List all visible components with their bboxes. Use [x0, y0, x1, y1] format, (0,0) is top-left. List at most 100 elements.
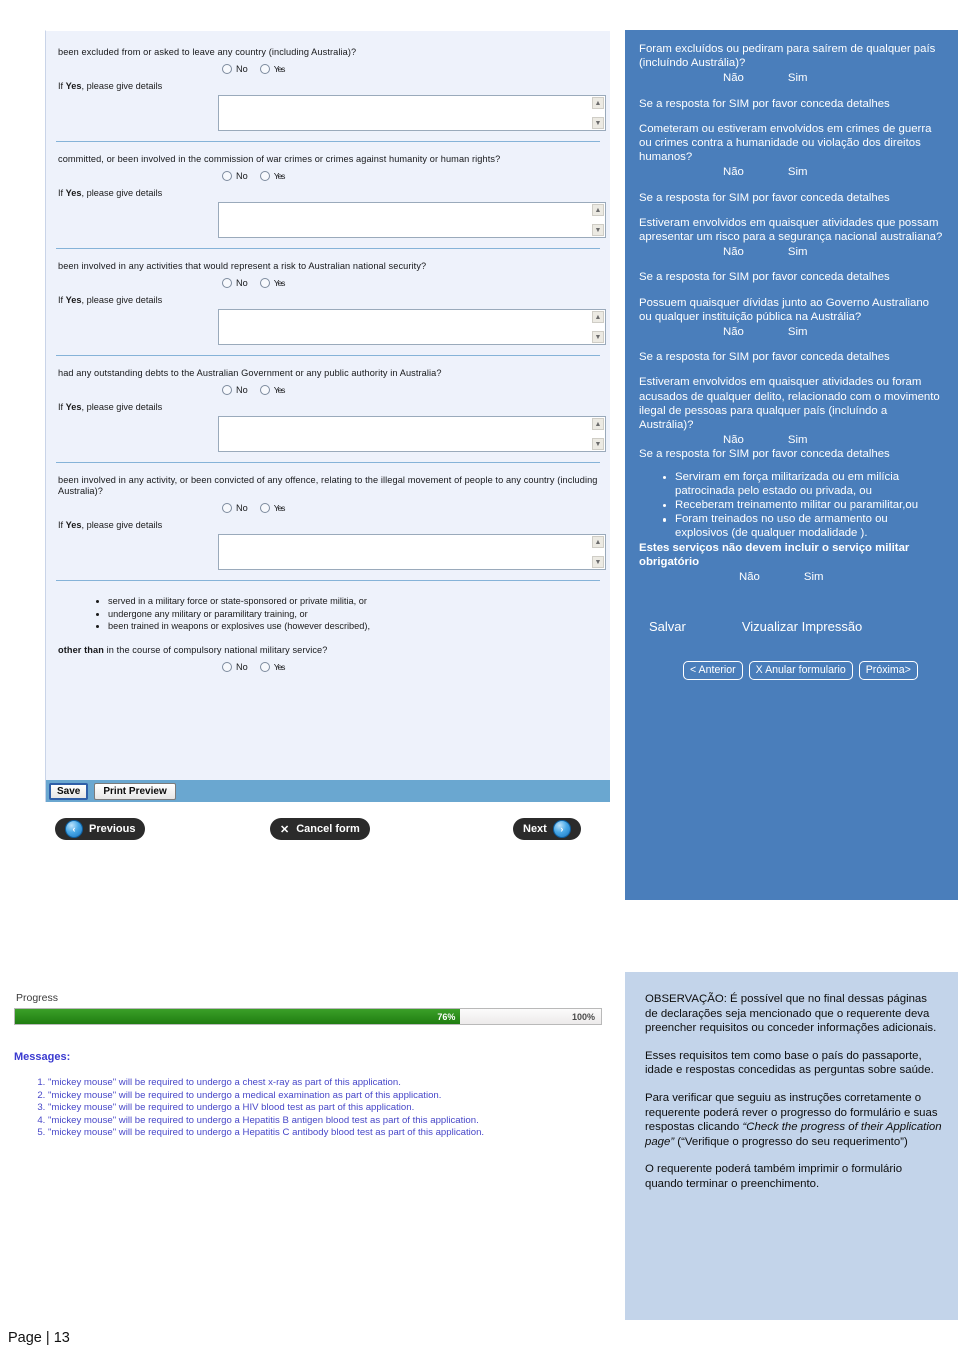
question-text: had any outstanding debts to the Austral…: [58, 368, 442, 378]
radio-no-label: No: [236, 171, 248, 181]
radio-group[interactable]: No Yes: [54, 661, 602, 672]
radio-yes-label: Yes: [273, 171, 286, 181]
list-item: served in a military force or state-spon…: [94, 595, 602, 608]
previous-button-label: Previous: [89, 823, 136, 835]
scroll-down-icon[interactable]: ▼: [592, 556, 604, 568]
scroll-down-icon[interactable]: ▼: [592, 224, 604, 236]
portuguese-translation-panel: Foram excluídos ou pediram para saírem d…: [625, 30, 958, 900]
answer-options[interactable]: Não Sim: [639, 433, 944, 447]
details-textarea[interactable]: ▲ ▼: [218, 309, 606, 345]
details-textarea[interactable]: ▲ ▼: [218, 95, 606, 131]
answer-options[interactable]: Não Sim: [639, 245, 944, 259]
option-nao[interactable]: Não: [723, 245, 744, 259]
radio-yes-label: Yes: [273, 278, 286, 288]
note-paragraph-2: Esses requisitos tem como base o país do…: [645, 1049, 934, 1077]
note-paragraph-4: O requerente poderá também imprimir o fo…: [645, 1163, 903, 1190]
details-label: If Yes, please give details: [58, 295, 163, 305]
list-item: Foram treinados no uso de armamento ou e…: [661, 512, 944, 540]
radio-yes-label: Yes: [273, 661, 286, 672]
option-nao[interactable]: Não: [739, 570, 760, 584]
option-nao[interactable]: Não: [723, 71, 744, 85]
details-label: If Yes, please give details: [58, 402, 163, 412]
military-service-block: served in a military force or state-spon…: [46, 581, 610, 672]
radio-no[interactable]: [222, 661, 232, 672]
answer-options[interactable]: Não Sim: [639, 570, 944, 584]
anterior-button[interactable]: < Anterior: [683, 660, 743, 680]
scroll-down-icon[interactable]: ▼: [592, 438, 604, 450]
radio-no[interactable]: [222, 171, 232, 181]
option-sim[interactable]: Sim: [788, 71, 808, 85]
salvar-label[interactable]: Salvar: [649, 620, 686, 634]
radio-no[interactable]: [222, 503, 232, 513]
translated-wizard-buttons: < Anterior X Anular formulario Próxima>: [639, 660, 944, 680]
close-icon: ✕: [280, 823, 290, 836]
list-item: "mickey mouse" will be required to under…: [48, 1127, 614, 1140]
answer-options[interactable]: Não Sim: [639, 71, 944, 85]
question-text: committed, or been involved in the commi…: [58, 154, 501, 164]
list-item: been trained in weapons or explosives us…: [94, 620, 602, 633]
radio-group[interactable]: No Yes: [54, 385, 602, 395]
scroll-down-icon[interactable]: ▼: [592, 331, 604, 343]
radio-yes-label: Yes: [273, 385, 286, 395]
chevron-right-icon: ›: [552, 820, 571, 838]
vizualizar-impressao-label[interactable]: Vizualizar Impressão: [742, 620, 862, 634]
cancel-form-label: Cancel form: [296, 823, 360, 835]
proxima-button[interactable]: Próxima>: [858, 660, 918, 680]
radio-yes[interactable]: [259, 278, 270, 288]
option-sim[interactable]: Sim: [788, 325, 808, 339]
scroll-up-icon[interactable]: ▲: [592, 204, 604, 216]
option-sim[interactable]: Sim: [788, 165, 808, 179]
radio-yes[interactable]: [259, 385, 270, 395]
radio-group[interactable]: No Yes: [54, 171, 602, 181]
radio-no[interactable]: [222, 64, 232, 74]
list-item: "mickey mouse" will be required to under…: [48, 1115, 614, 1128]
scroll-down-icon[interactable]: ▼: [592, 117, 604, 129]
radio-no[interactable]: [222, 278, 232, 288]
details-textarea[interactable]: ▲ ▼: [218, 534, 606, 570]
option-nao[interactable]: Não: [723, 165, 744, 179]
note-paragraph-3: Para verificar que seguiu as instruções …: [645, 1091, 942, 1149]
radio-yes[interactable]: [259, 64, 270, 74]
details-label: If Yes, please give details: [58, 520, 163, 530]
radio-group[interactable]: No Yes: [54, 503, 602, 513]
radio-no[interactable]: [222, 385, 232, 395]
list-item: undergone any military or paramilitary t…: [94, 608, 602, 621]
next-button[interactable]: Next ›: [513, 818, 581, 840]
scroll-up-icon[interactable]: ▲: [592, 311, 604, 323]
save-button[interactable]: Save: [49, 782, 89, 800]
question-text: been involved in any activity, or been c…: [58, 475, 598, 496]
radio-yes[interactable]: [259, 171, 270, 181]
answer-options[interactable]: Não Sim: [639, 165, 944, 179]
translated-details-hint: Se a resposta for SIM por favor conceda …: [639, 97, 890, 110]
answer-options[interactable]: Não Sim: [639, 325, 944, 339]
translated-details-hint: Se a resposta for SIM por favor conceda …: [639, 448, 890, 461]
radio-yes[interactable]: [259, 661, 270, 672]
radio-yes[interactable]: [259, 503, 270, 513]
scroll-up-icon[interactable]: ▲: [592, 97, 604, 109]
details-label: If Yes, please give details: [58, 81, 163, 91]
progress-bar: 76% 100%: [14, 1008, 602, 1025]
details-textarea[interactable]: ▲ ▼: [218, 202, 606, 238]
previous-button[interactable]: ‹ Previous: [55, 818, 146, 840]
messages-heading: Messages:: [14, 1051, 71, 1063]
option-sim[interactable]: Sim: [804, 570, 824, 584]
option-nao[interactable]: Não: [723, 325, 744, 339]
translated-question: Estiveram envolvidos em quaisquer ativid…: [639, 216, 943, 244]
scroll-up-icon[interactable]: ▲: [592, 536, 604, 548]
details-textarea[interactable]: ▲ ▼: [218, 416, 606, 452]
radio-group[interactable]: No Yes: [54, 64, 602, 74]
radio-group[interactable]: No Yes: [54, 278, 602, 288]
option-sim[interactable]: Sim: [788, 433, 808, 447]
radio-no-label: No: [236, 385, 248, 395]
option-nao[interactable]: Não: [723, 433, 744, 447]
scroll-up-icon[interactable]: ▲: [592, 418, 604, 430]
option-sim[interactable]: Sim: [788, 245, 808, 259]
print-preview-button[interactable]: Print Preview: [94, 782, 176, 800]
translated-details-hint: Se a resposta for SIM por favor conceda …: [639, 271, 890, 284]
form-question-block: been excluded from or asked to leave any…: [46, 31, 610, 142]
translated-details-hint: Se a resposta for SIM por favor conceda …: [639, 191, 890, 204]
anular-formulario-button[interactable]: X Anular formulario: [748, 660, 853, 680]
question-text: been involved in any activities that wou…: [58, 261, 427, 271]
cancel-form-button[interactable]: ✕ Cancel form: [270, 818, 370, 840]
list-item: "mickey mouse" will be required to under…: [48, 1077, 614, 1090]
